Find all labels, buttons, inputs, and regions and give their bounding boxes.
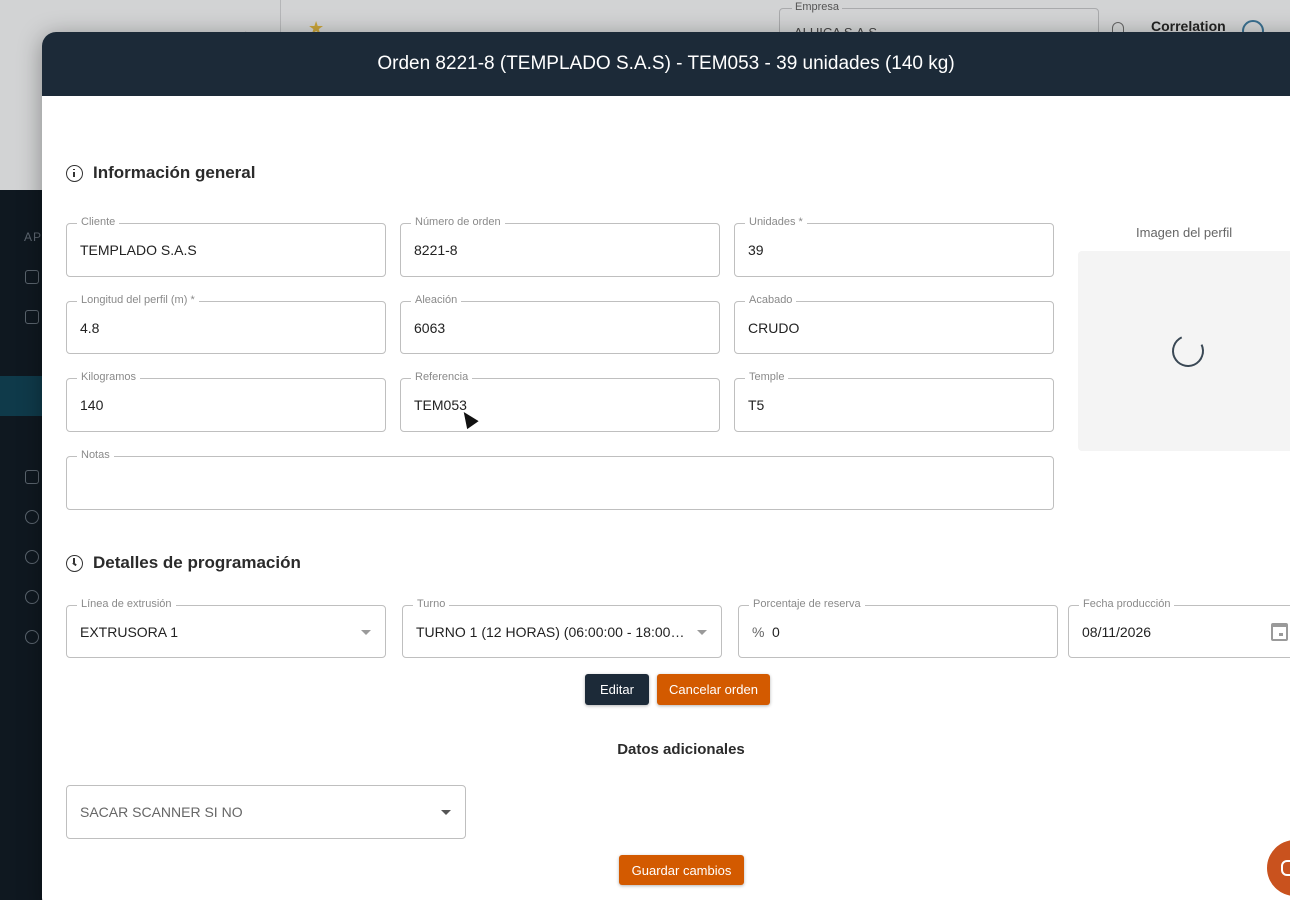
wrench-icon[interactable] (25, 470, 39, 484)
kilogramos-value: 140 (80, 397, 104, 413)
referencia-value: TEM053 (414, 397, 467, 413)
chevron-down-icon[interactable] (441, 810, 451, 815)
share-icon[interactable] (25, 550, 39, 564)
turno-select[interactable]: Turno TURNO 1 (12 HORAS) (06:00:00 - 18:… (402, 598, 722, 658)
longitud-label: Longitud del perfil (m) * (77, 294, 199, 306)
modal-title: Orden 8221-8 (TEMPLADO S.A.S) - TEM053 -… (42, 32, 1290, 96)
unidades-value: 39 (748, 242, 764, 258)
unidades-label: Unidades * (745, 216, 807, 228)
chart-icon[interactable] (25, 270, 39, 284)
section-programacion-title: Detalles de programación (93, 553, 301, 572)
smile-icon[interactable] (25, 510, 39, 524)
cliente-label: Cliente (77, 216, 120, 228)
kilogramos-label: Kilogramos (77, 371, 141, 383)
numero-orden-value: 8221-8 (414, 242, 458, 258)
gear-icon[interactable] (25, 630, 39, 644)
kilogramos-field[interactable]: Kilogramos 140 (66, 371, 386, 432)
notas-label: Notas (77, 449, 114, 461)
guardar-cambios-button[interactable]: Guardar cambios (619, 855, 744, 885)
fecha-produccion-field[interactable]: Fecha producción 08/11/2026 (1068, 598, 1290, 658)
acabado-field[interactable]: Acabado CRUDO (734, 294, 1054, 354)
acabado-value: CRUDO (748, 319, 800, 336)
sacar-scanner-select[interactable]: SACAR SCANNER SI NO (66, 785, 466, 839)
reserva-label: Porcentaje de reserva (749, 598, 865, 610)
imagen-perfil (1078, 251, 1290, 451)
imagen-perfil-label: Imagen del perfil (1136, 225, 1233, 240)
temple-value: T5 (748, 397, 765, 413)
info-icon (66, 164, 83, 182)
longitud-field[interactable]: Longitud del perfil (m) * 4.8 (66, 294, 386, 354)
turno-value: TURNO 1 (12 HORAS) (06:00:00 - 18:00:00) (416, 623, 688, 640)
sacar-scanner-placeholder: SACAR SCANNER SI NO (80, 804, 243, 820)
loading-spinner-icon (1167, 330, 1209, 372)
topbar-divider (280, 0, 281, 32)
editar-button[interactable]: Editar (585, 674, 649, 705)
compass-icon[interactable] (25, 590, 39, 604)
percent-prefix: % (752, 623, 765, 640)
reserva-value: 0 (772, 623, 780, 640)
unidades-field[interactable]: Unidades * 39 (734, 216, 1054, 277)
aleacion-field[interactable]: Aleación 6063 (400, 294, 720, 354)
cliente-value: TEMPLADO S.A.S (80, 242, 197, 258)
empresa-label: Empresa (792, 1, 843, 13)
linea-value: EXTRUSORA 1 (80, 623, 179, 640)
order-modal: Orden 8221-8 (TEMPLADO S.A.S) - TEM053 -… (42, 32, 1290, 900)
chat-icon[interactable] (1267, 840, 1290, 896)
referencia-field[interactable]: Referencia TEM053 (400, 371, 720, 432)
notas-field[interactable]: Notas (66, 449, 1054, 510)
numero-orden-label: Número de orden (411, 216, 505, 228)
aleacion-value: 6063 (414, 319, 446, 336)
numero-orden-field[interactable]: Número de orden 8221-8 (400, 216, 720, 277)
temple-label: Temple (745, 371, 789, 383)
chevron-down-icon[interactable] (361, 629, 371, 635)
linea-extrusion-select[interactable]: Línea de extrusión EXTRUSORA 1 (66, 598, 386, 658)
temple-field[interactable]: Temple T5 (734, 371, 1054, 432)
cancelar-orden-button[interactable]: Cancelar orden (657, 674, 770, 705)
acabado-label: Acabado (745, 294, 797, 306)
aleacion-label: Aleación (411, 294, 462, 306)
longitud-value: 4.8 (80, 319, 100, 336)
datos-adicionales-title: Datos adicionales (617, 741, 745, 758)
calendar-icon[interactable] (1271, 622, 1288, 641)
referencia-label: Referencia (411, 371, 473, 383)
section-programacion: Detalles de programación (66, 553, 301, 573)
section-general: Información general (66, 163, 255, 183)
fecha-label: Fecha producción (1079, 598, 1175, 610)
turno-label: Turno (413, 598, 450, 610)
chevron-down-icon[interactable] (697, 629, 707, 635)
section-general-title: Información general (93, 163, 256, 182)
clock-icon (66, 554, 83, 572)
fecha-value: 08/11/2026 (1082, 623, 1152, 640)
linea-label: Línea de extrusión (77, 598, 176, 610)
porcentaje-reserva-field[interactable]: Porcentaje de reserva % 0 (738, 598, 1058, 658)
table-icon[interactable] (25, 310, 39, 324)
sidebar-section-label: AP (24, 230, 43, 244)
cliente-field[interactable]: Cliente TEMPLADO S.A.S (66, 216, 386, 277)
